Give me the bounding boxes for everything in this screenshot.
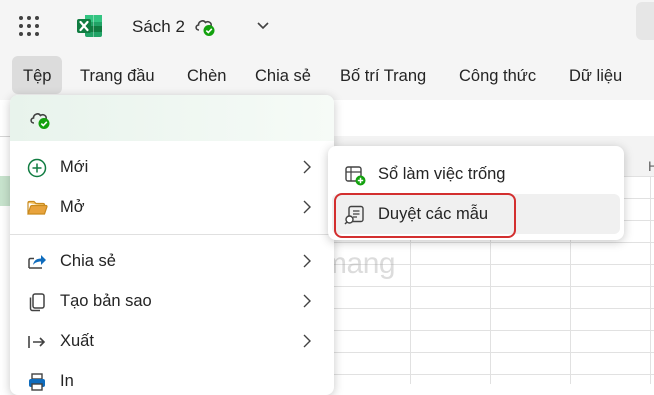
cloud-saved-icon[interactable] xyxy=(193,15,217,37)
column-header-h[interactable]: H xyxy=(648,158,654,174)
submenu-item-blank-workbook[interactable]: Sổ làm việc trống xyxy=(332,154,620,194)
submenu-item-label: Sổ làm việc trống xyxy=(378,165,506,183)
menu-item-export[interactable]: Xuất xyxy=(10,322,334,360)
folder-open-icon xyxy=(27,200,48,215)
header-corner-button[interactable] xyxy=(636,2,654,40)
menu-item-share[interactable]: Chia sẻ xyxy=(10,242,334,280)
menu-item-label: In xyxy=(60,372,74,390)
menu-item-label: Tạo bản sao xyxy=(60,292,152,310)
ribbon-tabs: Tệp Trang đầu Chèn Chia sẻ Bố trí Trang … xyxy=(0,52,654,100)
menu-item-print[interactable]: In xyxy=(10,362,334,395)
menu-item-label: Mới xyxy=(60,158,89,176)
tab-formulas[interactable]: Công thức xyxy=(459,67,536,86)
tab-insert[interactable]: Chèn xyxy=(187,67,226,86)
file-menu-header xyxy=(10,95,334,141)
menu-item-make-copy[interactable]: Tạo bản sao xyxy=(10,282,334,320)
tab-page-layout[interactable]: Bố trí Trang xyxy=(340,67,426,86)
tab-share[interactable]: Chia sẻ xyxy=(255,67,311,86)
chevron-right-icon xyxy=(303,334,311,348)
chevron-down-icon[interactable] xyxy=(256,18,270,32)
blank-workbook-icon xyxy=(345,166,366,186)
chevron-right-icon xyxy=(303,160,311,174)
annotation-highlight-box xyxy=(334,193,516,238)
menu-item-label: Mở xyxy=(60,198,85,216)
app-launcher-icon[interactable] xyxy=(19,16,39,36)
chevron-right-icon xyxy=(303,294,311,308)
share-icon xyxy=(28,255,46,269)
title-bar: Sách 2 xyxy=(0,0,654,52)
print-icon xyxy=(29,373,45,391)
menu-divider xyxy=(10,234,334,235)
file-menu: Mới Mở Chia sẻ Tạo bản sao Xuất In xyxy=(10,95,334,395)
menu-item-label: Xuất xyxy=(60,332,94,350)
export-icon xyxy=(28,336,46,348)
tab-file[interactable]: Tệp xyxy=(12,56,63,94)
add-circle-icon xyxy=(27,158,47,178)
tab-home[interactable]: Trang đầu xyxy=(80,67,155,86)
menu-item-open[interactable]: Mở xyxy=(10,188,334,226)
menu-item-label: Chia sẻ xyxy=(60,252,116,270)
document-title[interactable]: Sách 2 xyxy=(132,17,185,37)
cloud-saved-icon xyxy=(30,113,50,129)
chevron-right-icon xyxy=(303,200,311,214)
copy-icon xyxy=(29,293,45,312)
chevron-right-icon xyxy=(303,254,311,268)
tab-data[interactable]: Dữ liệu xyxy=(569,67,622,86)
excel-logo-icon[interactable] xyxy=(77,14,103,38)
menu-item-new[interactable]: Mới xyxy=(10,148,334,186)
